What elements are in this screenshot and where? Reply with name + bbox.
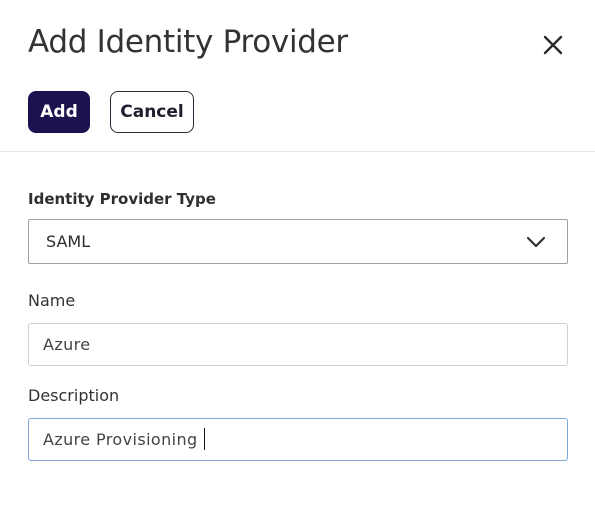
chevron-down-icon: [526, 236, 546, 248]
description-label: Description: [28, 386, 120, 405]
dialog-title: Add Identity Provider: [28, 24, 348, 60]
identity-provider-type-value: SAML: [46, 232, 91, 251]
add-identity-provider-dialog: Add Identity Provider Add Cancel Identit…: [0, 0, 595, 517]
identity-provider-type-select[interactable]: SAML: [28, 219, 568, 264]
name-input[interactable]: [28, 323, 568, 366]
close-button[interactable]: [539, 31, 567, 59]
identity-provider-type-label: Identity Provider Type: [28, 190, 216, 208]
cancel-button[interactable]: Cancel: [110, 91, 194, 133]
text-cursor: [204, 428, 205, 450]
add-button[interactable]: Add: [28, 91, 90, 133]
header-divider: [0, 151, 595, 152]
description-input[interactable]: [28, 418, 568, 461]
close-icon: [543, 35, 563, 55]
name-label: Name: [28, 291, 76, 310]
